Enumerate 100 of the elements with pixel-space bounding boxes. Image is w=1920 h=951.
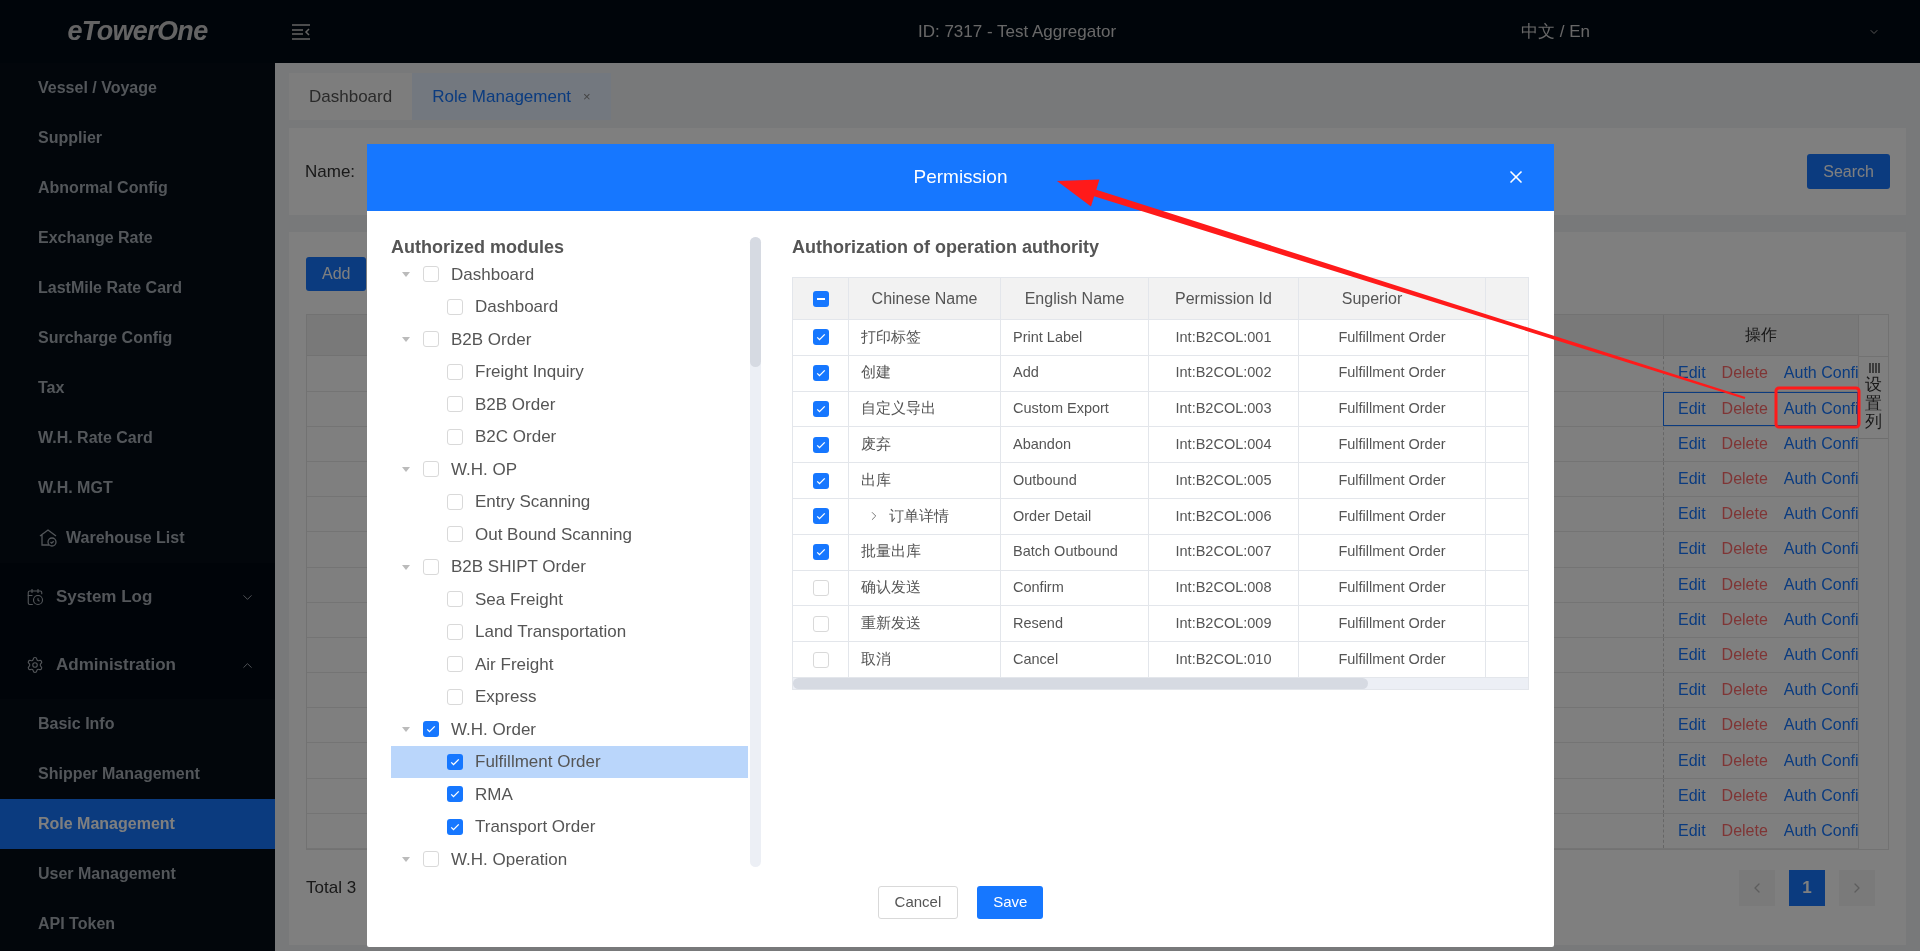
action-link[interactable]: Edit [1678, 431, 1706, 456]
action-link[interactable]: Auth Confi [1783, 467, 1859, 492]
sidebar-item[interactable]: Surcharge Config [0, 313, 275, 363]
horizontal-scrollbar[interactable] [793, 677, 1528, 689]
tab-close[interactable]: × [583, 86, 591, 107]
checkbox[interactable] [812, 401, 829, 417]
sidebar-item[interactable]: User Management [0, 849, 275, 899]
action-link[interactable]: Auth Confi [1783, 713, 1859, 738]
tree-item[interactable]: B2B SHIPT Order [391, 550, 748, 583]
delete-link[interactable]: Delete [1721, 783, 1768, 808]
checkbox[interactable] [812, 615, 829, 632]
action-link[interactable]: Edit [1678, 467, 1706, 492]
action-link[interactable]: Edit [1678, 396, 1706, 421]
tree-item[interactable]: Entry Scanning [391, 485, 748, 518]
tree-item[interactable]: Out Bound Scanning [391, 518, 748, 551]
action-link[interactable]: Auth Confi [1783, 678, 1859, 703]
checkbox[interactable] [423, 266, 439, 283]
search-button[interactable]: Search [1807, 154, 1890, 189]
next-page-button[interactable] [1839, 870, 1875, 906]
sidebar-item[interactable]: W.H. MGT [0, 463, 275, 513]
delete-link[interactable]: Delete [1721, 607, 1768, 632]
action-link[interactable]: Edit [1678, 713, 1706, 738]
delete-link[interactable]: Delete [1721, 678, 1768, 703]
sidebar-item[interactable]: LastMile Rate Card [0, 263, 275, 313]
checkbox[interactable] [812, 544, 829, 561]
add-button[interactable]: Add [306, 257, 367, 291]
checkbox[interactable] [812, 472, 829, 489]
action-link[interactable]: Edit [1678, 783, 1706, 808]
checkbox[interactable] [447, 428, 463, 445]
action-link[interactable]: Edit [1678, 748, 1706, 773]
page-button[interactable]: 1 [1789, 870, 1825, 906]
tree-item[interactable]: RMA [391, 778, 748, 811]
delete-link[interactable]: Delete [1721, 818, 1768, 843]
language-link[interactable]: 中文 / En [1521, 18, 1590, 45]
delete-link[interactable]: Delete [1721, 713, 1768, 738]
checkbox[interactable] [812, 436, 829, 453]
prev-page-button[interactable] [1739, 870, 1775, 906]
action-link[interactable]: Auth Confi [1783, 642, 1859, 667]
sidebar-item[interactable]: API Token [0, 899, 275, 949]
action-link[interactable]: Edit [1678, 361, 1706, 386]
sidebar-item[interactable]: Basic Info [0, 699, 275, 749]
delete-link[interactable]: Delete [1721, 467, 1768, 492]
tree-item[interactable]: Land Transportation [391, 615, 748, 648]
delete-link[interactable]: Delete [1721, 748, 1768, 773]
checkbox[interactable] [447, 363, 463, 380]
tree-item[interactable]: Freight Inquiry [391, 355, 748, 388]
tree-item[interactable]: B2C Order [391, 420, 748, 453]
action-link[interactable]: Edit [1678, 607, 1706, 632]
action-link[interactable]: Auth Confi [1783, 818, 1859, 843]
tree-item[interactable]: W.H. OP [391, 453, 748, 486]
checkbox[interactable] [812, 508, 829, 525]
checkbox[interactable] [812, 579, 829, 596]
vertical-scrollbar[interactable] [750, 237, 761, 867]
delete-link[interactable]: Delete [1721, 396, 1768, 421]
checkbox[interactable] [423, 721, 439, 738]
delete-link[interactable]: Delete [1721, 361, 1768, 386]
tree-item[interactable]: Air Freight [391, 648, 748, 681]
action-link[interactable]: Edit [1678, 502, 1706, 527]
checkbox[interactable] [447, 396, 463, 413]
action-link[interactable]: Edit [1678, 818, 1706, 843]
delete-link[interactable]: Delete [1721, 572, 1768, 597]
action-link[interactable]: Edit [1678, 642, 1706, 667]
tab[interactable]: Role Management × [412, 73, 611, 120]
checkbox[interactable] [423, 331, 439, 348]
delete-link[interactable]: Delete [1721, 642, 1768, 667]
sidebar-item[interactable]: Warehouse List [0, 513, 275, 563]
checkbox[interactable] [812, 651, 829, 668]
tree-item[interactable]: Express [391, 680, 748, 713]
checkbox[interactable] [447, 786, 463, 803]
tree-item[interactable]: W.H. Order [391, 713, 748, 746]
sidebar-item[interactable]: Role Management [0, 799, 275, 849]
action-link[interactable]: Auth Confi [1783, 748, 1859, 773]
action-link[interactable]: Edit [1678, 678, 1706, 703]
delete-link[interactable]: Delete [1721, 502, 1768, 527]
sidebar-item[interactable]: W.H. Rate Card [0, 413, 275, 463]
sidebar-item[interactable]: Supplier [0, 113, 275, 163]
checkbox[interactable] [447, 818, 463, 835]
tab[interactable]: Dashboard [289, 73, 413, 120]
checkbox[interactable] [812, 365, 829, 382]
checkbox[interactable] [812, 290, 829, 307]
action-link[interactable]: Auth Confi [1783, 537, 1859, 562]
checkbox[interactable] [447, 298, 463, 315]
action-link[interactable]: Auth Confi [1783, 572, 1859, 597]
checkbox[interactable] [447, 623, 463, 640]
action-link[interactable]: Edit [1678, 572, 1706, 597]
sidebar-item[interactable]: Abnormal Config [0, 163, 275, 213]
checkbox[interactable] [812, 329, 829, 346]
sidebar-item[interactable]: Tax [0, 363, 275, 413]
sidebar-item[interactable]: Shipper Management [0, 749, 275, 799]
tree-item[interactable]: Sea Freight [391, 583, 748, 616]
action-link[interactable]: Auth Confi [1783, 361, 1859, 386]
tree-item[interactable]: Dashboard [391, 258, 748, 291]
checkbox[interactable] [447, 493, 463, 510]
checkbox[interactable] [423, 558, 439, 575]
delete-link[interactable]: Delete [1721, 431, 1768, 456]
action-link[interactable]: Edit [1678, 537, 1706, 562]
checkbox[interactable] [447, 591, 463, 608]
tree-item[interactable]: B2B Order [391, 388, 748, 421]
action-link[interactable]: Auth Confi [1783, 607, 1859, 632]
checkbox[interactable] [423, 851, 439, 867]
